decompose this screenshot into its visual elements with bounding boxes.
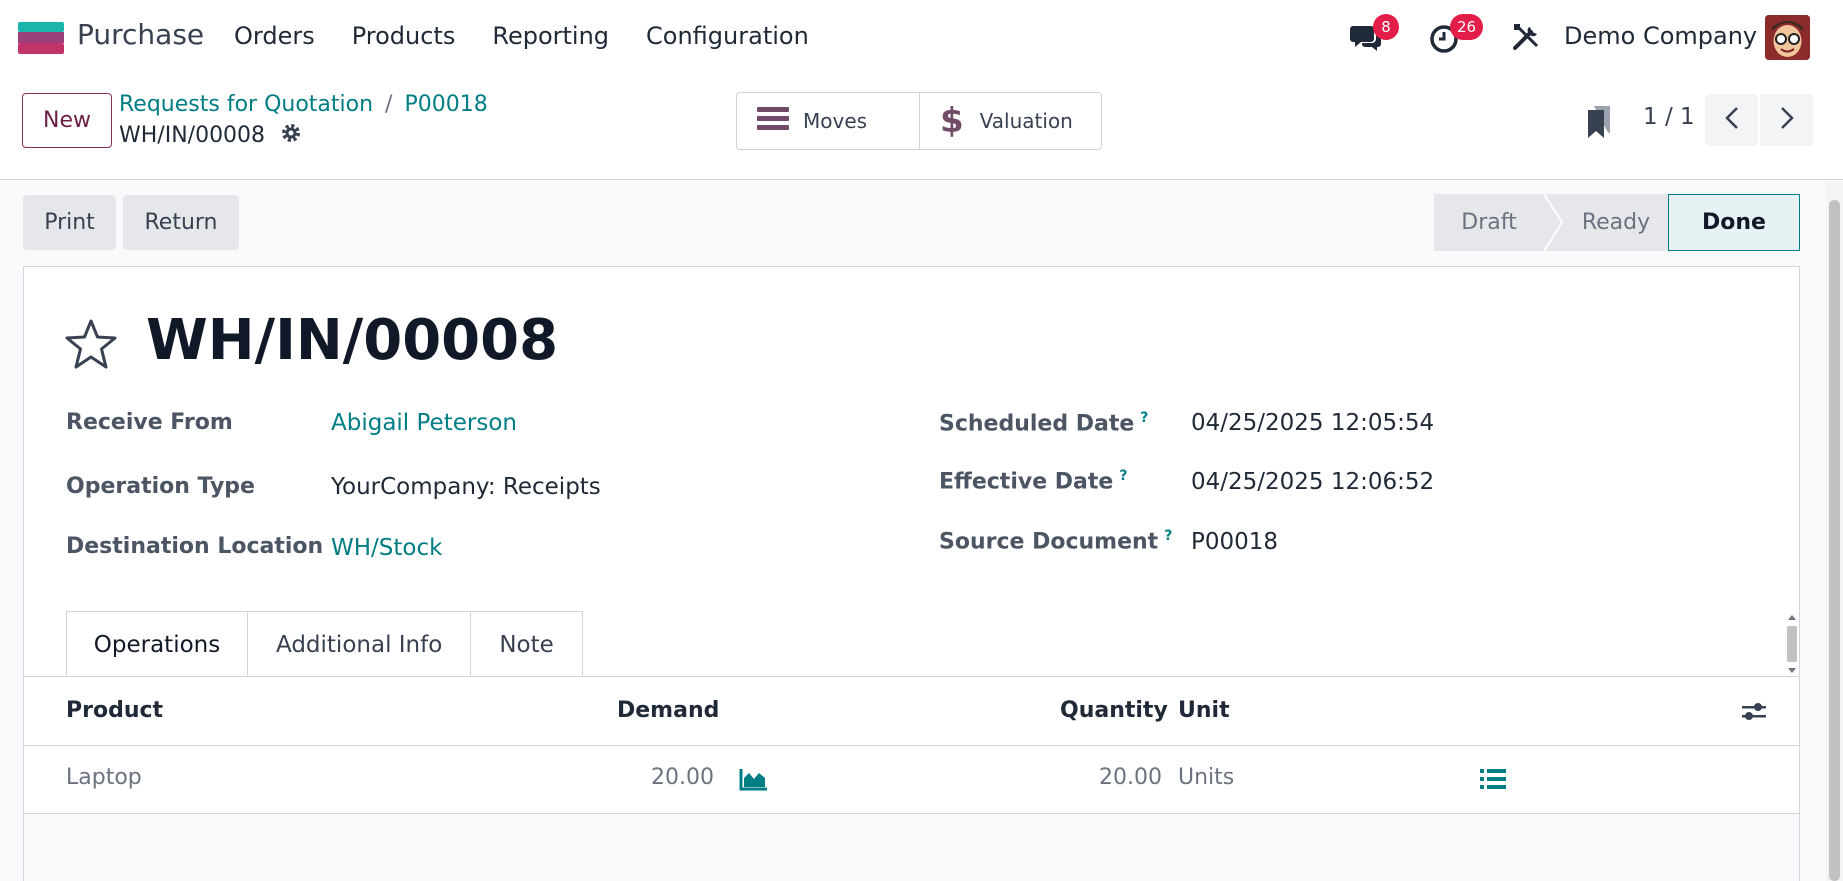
destination-value[interactable]: WH/Stock <box>331 535 442 561</box>
column-demand[interactable]: Demand <box>617 698 719 723</box>
app-name[interactable]: Purchase <box>77 18 204 51</box>
column-product[interactable]: Product <box>66 698 163 723</box>
stage-draft[interactable]: Draft <box>1434 194 1544 251</box>
list-icon <box>757 105 789 138</box>
operation-type-label: Operation Type <box>66 474 255 499</box>
menu-configuration[interactable]: Configuration <box>646 22 809 50</box>
smart-buttons: Moves $ Valuation <box>736 92 1102 150</box>
forecast-chart-icon[interactable] <box>739 767 769 795</box>
stage-done-label: Done <box>1702 210 1766 235</box>
valuation-label: Valuation <box>979 109 1073 133</box>
destination-label: Destination Location <box>66 534 324 559</box>
company-switcher[interactable]: Demo Company <box>1564 22 1757 50</box>
menu-products[interactable]: Products <box>352 22 456 50</box>
operation-type-value[interactable]: YourCompany: Receipts <box>331 474 601 500</box>
dollar-icon: $ <box>940 101 964 141</box>
receive-from-label: Receive From <box>66 410 233 435</box>
return-button[interactable]: Return <box>123 195 239 250</box>
add-line-area[interactable] <box>24 814 1799 881</box>
pager-next-button[interactable] <box>1760 94 1813 146</box>
tab-additional-info[interactable]: Additional Info <box>248 611 472 677</box>
breadcrumb-current: WH/IN/00008 <box>119 122 302 150</box>
gear-icon[interactable] <box>280 122 302 150</box>
valuation-button[interactable]: $ Valuation <box>919 93 1101 149</box>
header-divider <box>24 745 1799 746</box>
chevron-right-icon <box>1780 106 1794 134</box>
bookmark-icon[interactable] <box>1588 106 1612 142</box>
stage-ready-label: Ready <box>1581 210 1651 235</box>
new-button[interactable]: New <box>22 93 112 148</box>
scheduled-date-label-text: Scheduled Date <box>939 411 1135 437</box>
debug-tools-icon[interactable] <box>1511 22 1543 54</box>
effective-date-label: Effective Date? <box>939 468 1127 494</box>
notebook-tabs: Operations Additional Info Note <box>66 611 583 677</box>
main-menu: Orders Products Reporting Configuration <box>234 22 846 50</box>
stage-separator <box>1544 194 1564 251</box>
cell-quantity[interactable]: 20.00 <box>1099 765 1162 790</box>
source-document-value[interactable]: P00018 <box>1191 529 1278 555</box>
chevron-left-icon <box>1724 106 1739 134</box>
help-icon[interactable]: ? <box>1164 528 1172 544</box>
user-avatar[interactable] <box>1765 15 1810 60</box>
page-scrollbar-thumb[interactable] <box>1829 200 1840 881</box>
tabs-scrollbar[interactable] <box>1785 612 1799 676</box>
pager-value[interactable]: 1 / 1 <box>1643 104 1695 130</box>
tabs-divider <box>24 676 1799 677</box>
column-settings-icon[interactable] <box>1740 700 1768 728</box>
receive-from-value[interactable]: Abigail Peterson <box>331 410 517 436</box>
page-scrollbar[interactable] <box>1826 182 1843 881</box>
effective-date-value: 04/25/2025 12:06:52 <box>1191 469 1435 495</box>
purchase-app-icon[interactable] <box>18 22 64 54</box>
activities-badge: 26 <box>1450 14 1484 40</box>
menu-reporting[interactable]: Reporting <box>492 22 609 50</box>
source-document-label: Source Document? <box>939 528 1172 554</box>
cell-demand[interactable]: 20.00 <box>651 765 714 790</box>
star-icon[interactable] <box>64 318 118 374</box>
status-bar: Draft Ready Done <box>1434 194 1800 251</box>
source-document-label-text: Source Document <box>939 529 1159 555</box>
help-icon[interactable]: ? <box>1140 410 1148 426</box>
stage-done[interactable]: Done <box>1668 194 1800 251</box>
moves-button[interactable]: Moves <box>737 93 919 149</box>
pager-previous-button[interactable] <box>1705 94 1758 146</box>
print-button[interactable]: Print <box>23 195 116 250</box>
menu-orders[interactable]: Orders <box>234 22 315 50</box>
breadcrumb-rfq[interactable]: Requests for Quotation <box>119 92 373 117</box>
help-icon[interactable]: ? <box>1119 468 1127 484</box>
control-panel: New Requests for Quotation / P00018 WH/IN/… <box>0 74 1843 180</box>
stage-ready[interactable]: Ready <box>1564 194 1668 251</box>
breadcrumb-po[interactable]: P00018 <box>404 92 487 117</box>
details-list-icon[interactable] <box>1480 768 1506 794</box>
messages-badge: 8 <box>1373 14 1399 40</box>
scheduled-date-value[interactable]: 04/25/2025 12:05:54 <box>1191 410 1434 436</box>
stage-draft-label: Draft <box>1461 210 1517 235</box>
column-quantity[interactable]: Quantity <box>1060 698 1168 723</box>
breadcrumb-separator: / <box>385 92 393 117</box>
scheduled-date-label: Scheduled Date? <box>939 410 1148 436</box>
effective-date-label-text: Effective Date <box>939 469 1114 495</box>
record-title: WH/IN/00008 <box>146 308 559 373</box>
top-navbar: Purchase Orders Products Reporting Confi… <box>0 0 1843 74</box>
cell-unit[interactable]: Units <box>1178 765 1234 790</box>
tab-operations[interactable]: Operations <box>66 611 248 677</box>
breadcrumb: Requests for Quotation / P00018 <box>119 92 488 117</box>
current-record-name: WH/IN/00008 <box>119 123 266 148</box>
moves-label: Moves <box>803 109 868 133</box>
tab-note[interactable]: Note <box>471 611 583 677</box>
column-unit[interactable]: Unit <box>1178 698 1230 723</box>
cell-product[interactable]: Laptop <box>66 765 142 790</box>
